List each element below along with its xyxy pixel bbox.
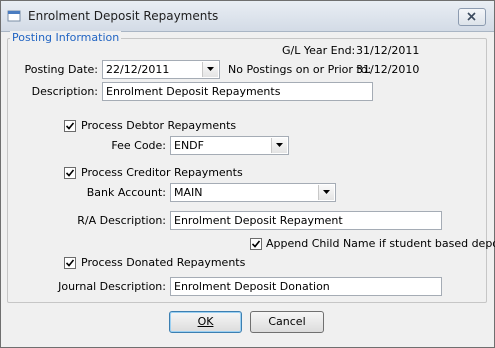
cancel-button-label: Cancel	[268, 315, 306, 328]
checkmark-icon	[66, 122, 74, 130]
cancel-button[interactable]: Cancel	[250, 311, 324, 333]
chevron-down-icon	[276, 143, 283, 147]
posting-information-group	[7, 38, 487, 303]
process-donated-label[interactable]: Process Donated Repayments	[81, 256, 245, 270]
ok-button-label: OK	[197, 315, 214, 328]
checkmark-icon	[66, 169, 74, 177]
fee-code-select[interactable]: ENDF	[170, 136, 289, 155]
process-debtor-label[interactable]: Process Debtor Repayments	[81, 119, 236, 133]
bank-account-value: MAIN	[174, 186, 203, 199]
description-label: Description:	[31, 85, 98, 98]
process-donated-checkbox[interactable]	[64, 257, 76, 269]
append-child-label[interactable]: Append Child Name if student based depos…	[266, 237, 495, 251]
app-icon	[7, 10, 21, 22]
posting-date-value: 22/12/2011	[106, 63, 170, 76]
checkmark-icon	[66, 259, 74, 267]
no-postings-value: 31/12/2010	[356, 63, 420, 76]
window-title: Enrolment Deposit Repayments	[28, 9, 219, 23]
gl-year-end-value: 31/12/2011	[356, 44, 420, 57]
ra-description-input[interactable]: Enrolment Deposit Repayment	[170, 211, 442, 230]
ra-description-label: R/A Description:	[77, 214, 166, 227]
bank-account-label: Bank Account:	[86, 186, 166, 199]
chevron-down-icon	[207, 67, 214, 71]
process-creditor-checkbox[interactable]	[64, 167, 76, 179]
fee-code-label: Fee Code:	[111, 139, 166, 152]
journal-description-input[interactable]: Enrolment Deposit Donation	[170, 277, 442, 296]
fee-code-dropdown[interactable]	[271, 138, 287, 153]
fee-code-value: ENDF	[174, 139, 204, 152]
process-creditor-label[interactable]: Process Creditor Repayments	[81, 166, 243, 180]
close-icon	[467, 12, 476, 21]
journal-description-label: Journal Description:	[58, 280, 166, 293]
posting-date-picker[interactable]: 22/12/2011	[102, 60, 220, 79]
process-debtor-checkbox[interactable]	[64, 120, 76, 132]
group-legend: Posting Information	[10, 31, 122, 44]
no-postings-label: No Postings on or Prior to:	[228, 63, 372, 76]
bank-account-dropdown[interactable]	[318, 185, 334, 200]
close-button[interactable]	[458, 8, 486, 26]
bank-account-select[interactable]: MAIN	[170, 183, 336, 202]
description-input[interactable]: Enrolment Deposit Repayments	[102, 82, 373, 101]
checkmark-icon	[252, 240, 260, 248]
ok-button[interactable]: OK	[169, 311, 242, 333]
chevron-down-icon	[323, 190, 330, 194]
posting-date-dropdown[interactable]	[202, 62, 218, 77]
append-child-checkbox[interactable]	[250, 238, 262, 250]
posting-date-label: Posting Date:	[24, 63, 98, 76]
title-bar[interactable]: Enrolment Deposit Repayments	[1, 1, 494, 32]
gl-year-end-label: G/L Year End:	[282, 44, 356, 57]
